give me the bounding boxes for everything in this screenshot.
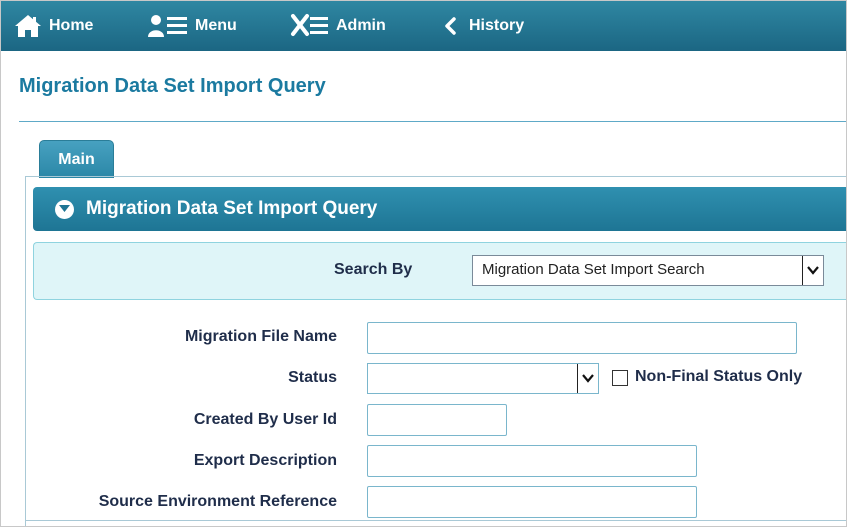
chevron-down-icon bbox=[577, 364, 598, 393]
non-final-status-label: Non-Final Status Only bbox=[635, 368, 803, 385]
search-by-value: Migration Data Set Import Search bbox=[482, 261, 705, 278]
chevron-left-icon bbox=[443, 15, 459, 37]
created-by-user-id-input[interactable] bbox=[367, 404, 507, 436]
chevron-down-icon bbox=[802, 256, 823, 285]
export-description-label: Export Description bbox=[193, 452, 337, 469]
source-environment-reference-label: Source Environment Reference bbox=[98, 493, 337, 510]
top-nav-bar: Home Menu Admin History bbox=[1, 1, 846, 51]
search-by-select[interactable]: Migration Data Set Import Search bbox=[472, 255, 824, 286]
tab-main-label: Main bbox=[58, 150, 95, 168]
user-menu-icon bbox=[147, 13, 189, 39]
nav-menu[interactable]: Menu bbox=[147, 1, 237, 51]
search-by-label: Search By bbox=[334, 261, 413, 278]
title-divider bbox=[19, 121, 846, 122]
page-title: Migration Data Set Import Query bbox=[19, 75, 326, 97]
nav-menu-label: Menu bbox=[195, 17, 237, 34]
migration-file-name-input[interactable] bbox=[367, 322, 797, 354]
nav-home[interactable]: Home bbox=[13, 1, 93, 51]
export-description-input[interactable] bbox=[367, 445, 697, 477]
nav-history-label: History bbox=[469, 17, 525, 34]
home-icon bbox=[13, 13, 43, 39]
tools-icon bbox=[290, 13, 330, 39]
nav-history[interactable]: History bbox=[443, 1, 524, 51]
nav-admin-label: Admin bbox=[336, 17, 386, 34]
source-environment-reference-input[interactable] bbox=[367, 486, 697, 518]
panel-bottom-divider bbox=[25, 520, 846, 521]
status-label: Status bbox=[288, 369, 337, 386]
migration-file-name-label: Migration File Name bbox=[184, 328, 337, 345]
nav-home-label: Home bbox=[49, 17, 94, 34]
non-final-status-checkbox[interactable] bbox=[612, 370, 628, 386]
collapse-circle-icon[interactable] bbox=[55, 199, 74, 219]
search-by-row: Search By Migration Data Set Import Sear… bbox=[33, 242, 846, 300]
created-by-user-id-label: Created By User Id bbox=[193, 411, 337, 428]
section-title: Migration Data Set Import Query bbox=[86, 198, 378, 219]
nav-admin[interactable]: Admin bbox=[290, 1, 386, 51]
status-select[interactable] bbox=[367, 363, 599, 394]
tab-main[interactable]: Main bbox=[39, 140, 114, 178]
section-header[interactable]: Migration Data Set Import Query bbox=[33, 187, 846, 231]
app-frame: Home Menu Admin History Migration Data S… bbox=[0, 0, 847, 527]
